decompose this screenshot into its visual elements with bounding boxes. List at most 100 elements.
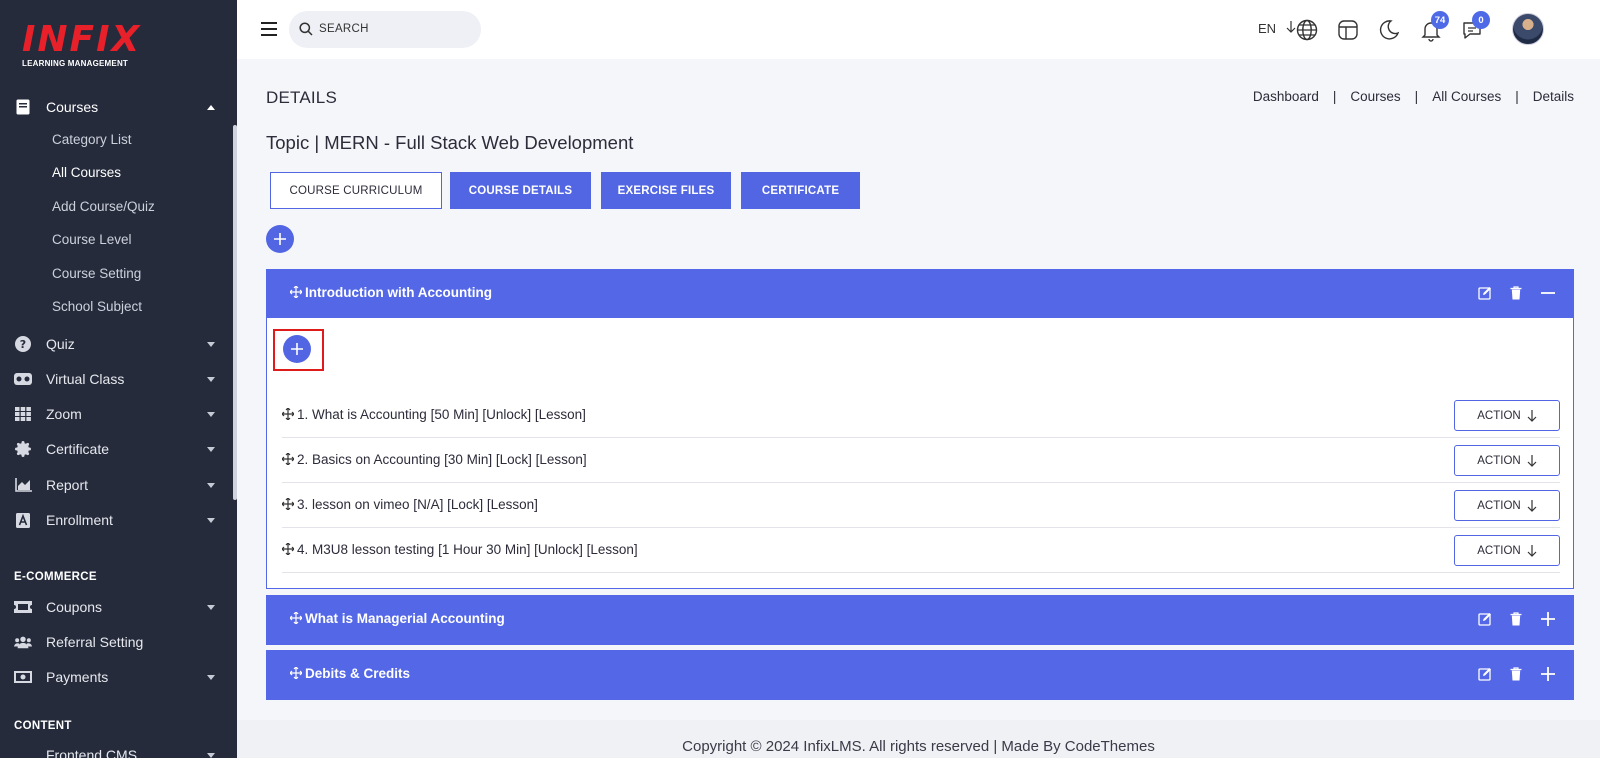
edit-icon[interactable] [1478, 286, 1492, 305]
sidebar: INFIX LEARNING MANAGEMENT Courses Catego… [0, 0, 237, 758]
drag-handle-icon[interactable] [281, 407, 295, 423]
sidebar-item-quiz[interactable]: ? Quiz [0, 327, 233, 361]
section-header-managerial-accounting[interactable]: What is Managerial Accounting [266, 595, 1574, 645]
breadcrumb-separator: | [1332, 89, 1337, 104]
sidebar-subitem-category-list[interactable]: Category List [52, 132, 132, 147]
copyright-text: Copyright © 2024 InfixLMS. All rights re… [682, 738, 1155, 755]
breadcrumb-separator: | [1515, 89, 1519, 104]
sidebar-item-zoom[interactable]: Zoom [0, 397, 233, 431]
drag-handle-icon[interactable] [289, 666, 303, 682]
section-title: Introduction with Accounting [289, 285, 492, 301]
question-icon: ? [14, 336, 32, 352]
breadcrumb-dashboard[interactable]: Dashboard [1253, 89, 1319, 104]
logo[interactable]: INFIX LEARNING MANAGEMENT [22, 22, 172, 72]
sidebar-item-report[interactable]: Report [0, 468, 233, 502]
section-title: Debits & Credits [289, 666, 411, 682]
message-count-badge: 0 [1472, 11, 1490, 29]
sidebar-item-referral-setting[interactable]: Referral Setting [0, 625, 233, 659]
lesson-row: 4. M3U8 lesson testing [1 Hour 30 Min] [… [281, 528, 1560, 573]
globe-icon[interactable] [1295, 18, 1319, 42]
sidebar-scrollbar[interactable] [233, 125, 237, 500]
lesson-action-button[interactable]: ACTION [1454, 535, 1560, 566]
drag-handle-icon[interactable] [289, 285, 303, 301]
sidebar-item-frontend-cms[interactable]: Frontend CMS [0, 738, 233, 758]
lesson-title: 4. M3U8 lesson testing [1 Hour 30 Min] [… [297, 542, 638, 557]
caret-down-icon [207, 447, 215, 452]
edit-icon[interactable] [1478, 612, 1492, 631]
lesson-title-wrap: 4. M3U8 lesson testing [1 Hour 30 Min] [… [281, 542, 638, 558]
drag-handle-icon[interactable] [289, 611, 303, 627]
expand-plus-icon[interactable] [1540, 611, 1556, 632]
sidebar-item-certificate[interactable]: Certificate [0, 432, 233, 466]
bell-icon [1419, 22, 1443, 46]
hamburger-menu-icon[interactable] [261, 22, 277, 36]
messages-button[interactable]: 0 [1460, 11, 1490, 42]
sidebar-item-label: Quiz [46, 336, 75, 352]
logo-text: INFIX [22, 19, 142, 60]
enrollment-icon [14, 512, 32, 528]
top-header: EN 74 0 [237, 0, 1600, 59]
section-header-introduction[interactable]: Introduction with Accounting [266, 269, 1574, 319]
layout-icon[interactable] [1336, 18, 1360, 42]
vr-headset-icon [14, 371, 32, 387]
lesson-title-wrap: 1. What is Accounting [50 Min] [Unlock] … [281, 407, 586, 423]
lesson-row: 2. Basics on Accounting [30 Min] [Lock] … [281, 438, 1560, 483]
arrow-down-icon [1527, 409, 1537, 422]
arrow-down-icon [1527, 544, 1537, 557]
arrow-down-icon [1527, 454, 1537, 467]
sidebar-subitem-add-course[interactable]: Add Course/Quiz [52, 199, 155, 214]
trash-icon[interactable] [1510, 286, 1522, 305]
add-section-button[interactable] [266, 225, 294, 253]
drag-handle-icon[interactable] [281, 542, 295, 558]
notification-bell[interactable]: 74 [1419, 11, 1449, 42]
expand-plus-icon[interactable] [1540, 666, 1556, 687]
sidebar-item-label: Frontend CMS [46, 747, 138, 758]
sidebar-subitem-course-setting[interactable]: Course Setting [52, 266, 141, 281]
sidebar-item-courses[interactable]: Courses [0, 90, 233, 124]
collapse-minus-icon[interactable] [1540, 285, 1556, 306]
lesson-action-button[interactable]: ACTION [1454, 490, 1560, 521]
users-icon [14, 634, 32, 650]
caret-down-icon [207, 483, 215, 488]
sidebar-item-label: Enrollment [46, 512, 113, 528]
sidebar-item-coupons[interactable]: Coupons [0, 590, 233, 624]
drag-handle-icon[interactable] [281, 497, 295, 513]
tab-exercise-files[interactable]: EXERCISE FILES [601, 172, 731, 209]
trash-icon[interactable] [1510, 612, 1522, 631]
language-selector[interactable]: EN [1258, 21, 1296, 36]
section-title: What is Managerial Accounting [289, 611, 505, 627]
drag-handle-icon[interactable] [281, 452, 295, 468]
plus-icon [274, 233, 286, 245]
lesson-row: 1. What is Accounting [50 Min] [Unlock] … [281, 393, 1560, 438]
sidebar-subitem-course-level[interactable]: Course Level [52, 232, 132, 247]
trash-icon[interactable] [1510, 667, 1522, 686]
sidebar-subitem-all-courses[interactable]: All Courses [52, 165, 121, 180]
lesson-title: 1. What is Accounting [50 Min] [Unlock] … [297, 407, 586, 422]
breadcrumb-all-courses[interactable]: All Courses [1432, 89, 1501, 104]
search-box [289, 11, 481, 48]
arrow-down-icon [1527, 499, 1537, 512]
section-title-text: Debits & Credits [305, 666, 411, 681]
lesson-action-button[interactable]: ACTION [1454, 400, 1560, 431]
tab-certificate[interactable]: CERTIFICATE [741, 172, 860, 209]
lesson-action-button[interactable]: ACTION [1454, 445, 1560, 476]
section-header-debits-credits[interactable]: Debits & Credits [266, 650, 1574, 700]
sidebar-subitem-school-subject[interactable]: School Subject [52, 299, 142, 314]
tab-course-curriculum[interactable]: COURSE CURRICULUM [270, 172, 442, 209]
action-label: ACTION [1477, 499, 1521, 512]
sidebar-item-virtual-class[interactable]: Virtual Class [0, 362, 233, 396]
footer: Copyright © 2024 InfixLMS. All rights re… [237, 720, 1600, 758]
user-avatar[interactable] [1512, 13, 1544, 45]
add-lesson-button[interactable] [283, 335, 311, 363]
tab-course-details[interactable]: COURSE DETAILS [450, 172, 591, 209]
sidebar-item-payments[interactable]: Payments [0, 660, 233, 694]
sidebar-item-label: Referral Setting [46, 634, 144, 650]
svg-text:?: ? [20, 338, 26, 351]
action-label: ACTION [1477, 544, 1521, 557]
breadcrumb-courses[interactable]: Courses [1350, 89, 1400, 104]
search-input[interactable] [319, 19, 469, 39]
edit-icon[interactable] [1478, 667, 1492, 686]
sidebar-item-enrollment[interactable]: Enrollment [0, 503, 233, 537]
section-title-text: What is Managerial Accounting [305, 611, 505, 626]
moon-icon[interactable] [1377, 18, 1401, 42]
